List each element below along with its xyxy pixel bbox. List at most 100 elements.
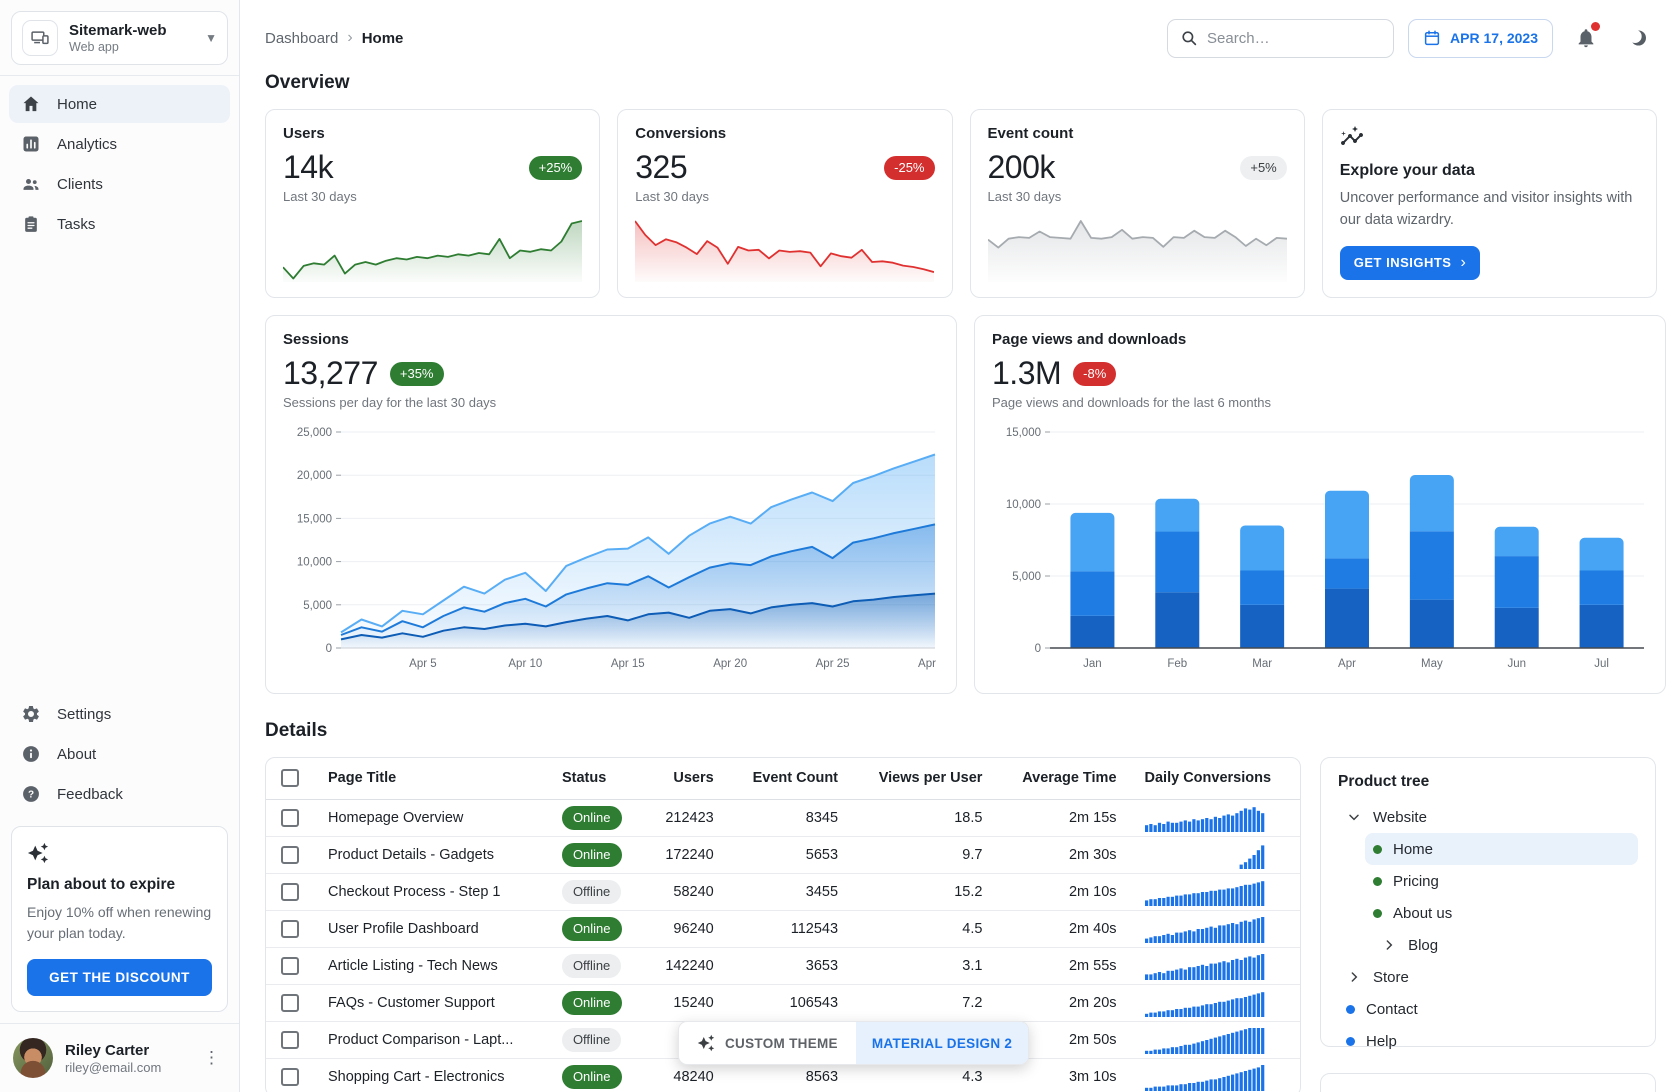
search-input[interactable] [1207,30,1406,47]
material-design-2-button[interactable]: MATERIAL DESIGN 2 [856,1022,1028,1064]
daily-conversions-cell [1131,836,1300,873]
column-header: Daily Conversions [1131,758,1300,799]
theme-toggle: CUSTOM THEME MATERIAL DESIGN 2 [678,1021,1029,1065]
custom-theme-button[interactable]: CUSTOM THEME [679,1022,856,1064]
svg-text:Apr 15: Apr 15 [611,658,645,670]
users-cell: 172240 [644,836,728,873]
clients-icon [20,173,42,195]
stat-value: 14k [283,149,333,186]
table-row: Homepage OverviewOnline212423834518.52m … [266,799,1300,836]
sidebar-item-analytics[interactable]: Analytics [9,125,230,163]
get-insights-button[interactable]: GET INSIGHTS › [1340,246,1481,280]
workspace-selector[interactable]: Sitemark-web Web app ▼ [11,11,228,65]
row-checkbox[interactable] [281,1031,299,1049]
sparkle-icon [697,1034,715,1052]
sidebar-item-home[interactable]: Home [9,85,230,123]
page-title-cell: Product Comparison - Lapt... [314,1021,548,1058]
more-options-icon[interactable]: ⋮ [197,1044,226,1072]
sidebar-item-label: Feedback [57,786,123,803]
daily-conversions-cell [1131,984,1300,1021]
status-cell: Online [548,910,644,947]
user-profile: Riley Carter riley@email.com ⋮ [0,1023,239,1092]
page-title-cell: Product Details - Gadgets [314,836,548,873]
row-checkbox[interactable] [281,846,299,864]
tree-item-home[interactable]: Home [1365,833,1638,865]
dark-mode-toggle[interactable] [1619,19,1657,57]
sidebar-item-label: Settings [57,706,111,723]
column-header: Views per User [852,758,996,799]
sidebar-item-settings[interactable]: Settings [9,695,230,733]
row-checkbox[interactable] [281,957,299,975]
users-cell: 212423 [644,799,728,836]
product-tree-card: Product tree Website Home PricingAbout us B… [1320,757,1656,1047]
tree-item-blog[interactable]: Blog [1373,929,1638,961]
row-checkbox[interactable] [281,994,299,1012]
average-time-cell: 2m 55s [996,947,1130,984]
tree-item-website[interactable]: Website [1338,801,1638,833]
row-checkbox[interactable] [281,809,299,827]
sidebar-nav-main: HomeAnalyticsClientsTasks [0,76,239,245]
stat-card-users: Users14k+25%Last 30 days [265,109,600,298]
event-count-cell: 3653 [728,947,852,984]
sessions-trend-chip: +35% [390,362,444,386]
tree-item-about-us[interactable]: About us [1365,897,1638,929]
breadcrumb-current: Home [362,30,404,47]
page-title-cell: FAQs - Customer Support [314,984,548,1021]
row-checkbox[interactable] [281,920,299,938]
details-section-title: Details [265,720,1657,742]
tree-item-pricing[interactable]: Pricing [1365,865,1638,897]
table-row: Article Listing - Tech News Offline 142240… [266,947,1300,984]
svg-text:5,000: 5,000 [303,600,332,612]
search-box [1167,19,1394,58]
status-badge: Online [562,806,622,830]
status-badge: Offline [562,954,621,978]
sessions-chart-card: Sessions 13,277 +35% Sessions per day fo… [265,315,957,694]
green-dot-icon [1373,845,1382,854]
sidebar-item-clients[interactable]: Clients [9,165,230,203]
date-picker-button[interactable]: APR 17, 2023 [1408,19,1553,58]
pageviews-value: 1.3M [992,355,1061,392]
sidebar-item-about[interactable]: About [9,735,230,773]
daily-conversions-cell [1131,799,1300,836]
workspace-subtitle: Web app [69,40,194,54]
select-all-checkbox[interactable] [281,769,299,787]
explore-data-card: Explore your data Uncover performance an… [1322,109,1657,298]
stat-caption: Last 30 days [283,189,582,204]
views-per-user-cell: 15.2 [852,873,996,910]
explore-card-body: Uncover performance and visitor insights… [1340,188,1639,232]
tree-item-store[interactable]: Store [1338,961,1638,993]
svg-text:Apr 20: Apr 20 [713,658,747,670]
explore-card-title: Explore your data [1340,162,1639,180]
page-title-cell: Homepage Overview [314,799,548,836]
svg-text:Apr 30: Apr 30 [918,658,939,670]
breadcrumb: Dashboard › Home [265,29,403,47]
users-cell: 142240 [644,947,728,984]
column-header: Status [548,758,644,799]
average-time-cell: 2m 20s [996,984,1130,1021]
average-time-cell: 2m 30s [996,836,1130,873]
row-checkbox-cell [266,873,314,910]
sidebar-item-tasks[interactable]: Tasks [9,205,230,243]
notifications-button[interactable] [1567,19,1605,57]
tree-item-label: Contact [1366,1001,1418,1018]
status-cell: Offline [548,873,644,910]
table-row: Product Details - GadgetsOnline172240565… [266,836,1300,873]
column-header: Event Count [728,758,852,799]
get-discount-button[interactable]: GET THE DISCOUNT [27,959,212,996]
event-count-cell: 112543 [728,910,852,947]
tree-item-label: Home [1393,841,1433,858]
row-checkbox[interactable] [281,883,299,901]
tree-item-contact[interactable]: Contact [1338,993,1638,1025]
tree-item-help[interactable]: Help [1338,1025,1638,1057]
breadcrumb-root[interactable]: Dashboard [265,30,338,47]
breadcrumb-separator-icon: › [347,29,352,47]
avatar [13,1038,53,1078]
row-checkbox[interactable] [281,1068,299,1086]
tasks-icon [20,213,42,235]
sidebar-item-feedback[interactable]: ?Feedback [9,775,230,813]
page-title-cell: Article Listing - Tech News [314,947,548,984]
product-tree-title: Product tree [1338,773,1638,791]
tree-item-label: Blog [1408,937,1438,954]
sessions-value: 13,277 [283,355,378,392]
svg-text:10,000: 10,000 [1006,499,1041,511]
